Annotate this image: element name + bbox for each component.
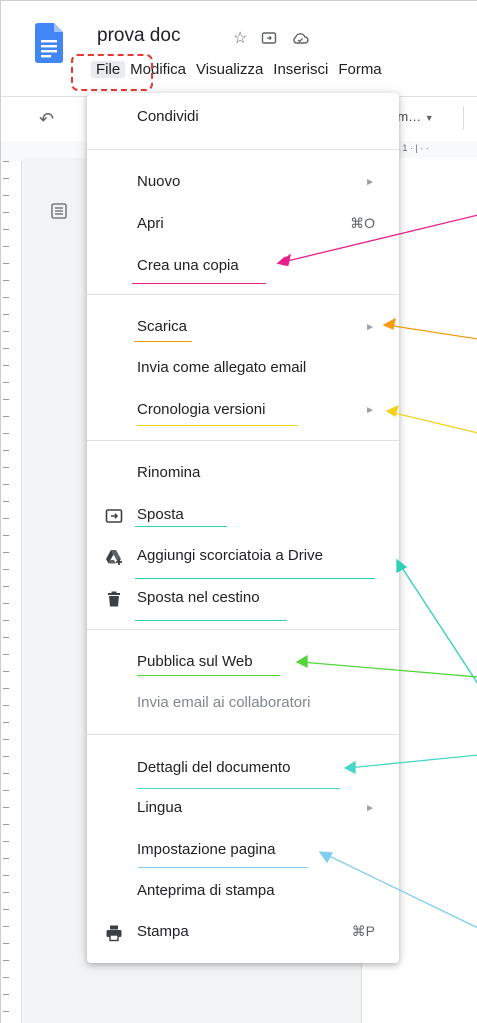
arrow-cronologia <box>385 404 477 434</box>
annotation-arrows <box>276 214 477 929</box>
arrow-pubblica <box>295 654 477 678</box>
arrow-crea-copia <box>276 214 477 267</box>
arrow-scarica <box>382 317 477 340</box>
arrow-impostazione <box>318 851 477 929</box>
arrow-drive-actions <box>396 558 477 684</box>
app-window: prova doc ☆ File Modifica Visualizza Ins… <box>0 0 477 1023</box>
arrow-dettagli <box>343 754 477 775</box>
